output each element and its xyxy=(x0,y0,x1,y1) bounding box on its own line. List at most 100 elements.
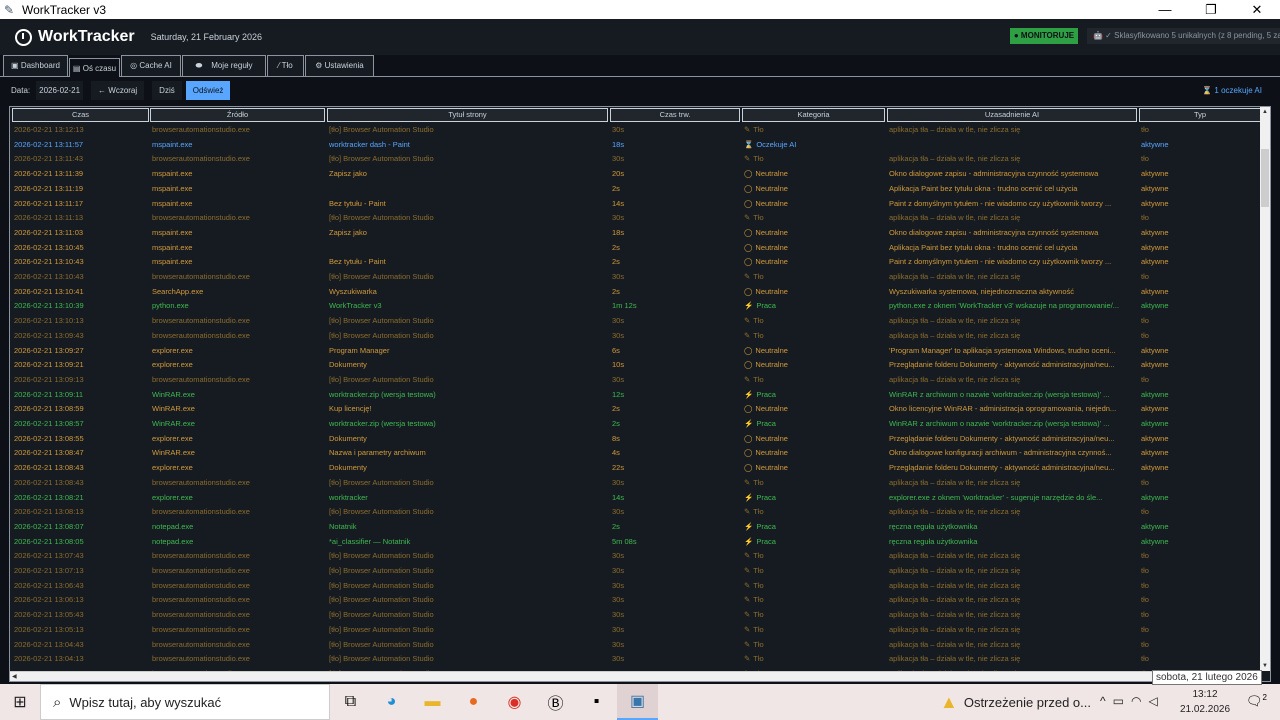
cell-ai-reason: Paint z domyślnym tytułem - nie wiadomo … xyxy=(889,198,1112,208)
column-header-type[interactable]: Typ xyxy=(1139,108,1261,122)
scroll-thumb[interactable] xyxy=(1261,149,1269,207)
table-row[interactable]: 2026-02-21 13:11:03 mspaint.exe Zapisz jak… xyxy=(10,226,1260,241)
table-row[interactable]: 2026-02-21 13:10:43 mspaint.exe Bez tytułu… xyxy=(10,255,1260,270)
category-label: Praca xyxy=(756,521,776,531)
column-header-ai-reason[interactable]: Uzasadnienie AI xyxy=(887,108,1137,122)
scroll-down-icon[interactable]: ▼ xyxy=(1262,663,1268,669)
task-view-icon[interactable]: ⧉ xyxy=(330,684,371,720)
cell-duration: 30s xyxy=(612,213,625,223)
windows-start-icon[interactable]: ⊞ xyxy=(0,692,40,712)
table-row[interactable]: 2026-02-21 13:10:13 browserautomationstud… xyxy=(10,314,1260,329)
monitoring-badge[interactable]: ● MONITORUJE xyxy=(1010,28,1078,44)
terminal-icon[interactable]: ▪ xyxy=(576,684,617,720)
table-row[interactable]: 2026-02-21 13:10:43 browserautomationstud… xyxy=(10,270,1260,285)
column-header-source[interactable]: Źródło xyxy=(150,108,325,122)
python-app-icon[interactable]: ▣ xyxy=(617,684,658,720)
table-row[interactable]: 2026-02-21 13:07:43 browserautomationstud… xyxy=(10,549,1260,564)
table-row[interactable]: 2026-02-21 13:11:57 mspaint.exe worktracke… xyxy=(10,138,1260,153)
notifications-icon[interactable]: 🗨2 xyxy=(1246,693,1267,709)
circle-icon: ◯ xyxy=(744,448,753,458)
table-row[interactable]: 2026-02-21 13:08:59 WinRAR.exe Kup licencj… xyxy=(10,402,1260,417)
prev-day-button[interactable]: ← Wczoraj xyxy=(91,80,145,100)
refresh-button[interactable]: Odśwież xyxy=(185,80,231,100)
table-row[interactable]: 2026-02-21 13:05:43 browserautomationstud… xyxy=(10,608,1260,623)
close-button[interactable]: ✕ xyxy=(1234,0,1280,19)
table-row[interactable]: 2026-02-21 13:09:21 explorer.exe Dokumenty… xyxy=(10,358,1260,373)
table-row[interactable]: 2026-02-21 13:04:43 browserautomationstud… xyxy=(10,638,1260,653)
cell-title: [tło] Browser Automation Studio xyxy=(329,316,434,326)
table-row[interactable]: 2026-02-21 13:11:43 browserautomationstud… xyxy=(10,152,1260,167)
table-row[interactable]: 2026-02-21 13:04:13 browserautomationstud… xyxy=(10,652,1260,667)
table-row[interactable]: 2026-02-21 13:08:13 browserautomationstud… xyxy=(10,505,1260,520)
table-row[interactable]: 2026-02-21 13:08:07 notepad.exe Notatnik 2s… xyxy=(10,520,1260,535)
table-row[interactable]: 2026-02-21 13:05:13 browserautomationstud… xyxy=(10,623,1260,638)
minimize-button[interactable]: — xyxy=(1142,0,1188,19)
table-row[interactable]: 2026-02-21 13:09:43 browserautomationstud… xyxy=(10,329,1260,344)
cell-duration: 6s xyxy=(612,345,620,355)
weather-warning[interactable]: ▲ Ostrzeżenie przed o... xyxy=(940,684,1091,720)
table-row[interactable]: 2026-02-21 13:09:27 explorer.exe Program M… xyxy=(10,344,1260,359)
today-button[interactable]: Dziś xyxy=(152,80,182,100)
table-row[interactable]: 2026-02-21 13:08:57 WinRAR.exe worktracker… xyxy=(10,417,1260,432)
table-row[interactable]: 2026-02-21 13:08:21 explorer.exe worktrack… xyxy=(10,491,1260,506)
cell-time: 2026-02-21 13:06:43 xyxy=(14,580,84,590)
chrome-icon[interactable]: ◉ xyxy=(494,684,535,720)
column-header-title[interactable]: Tytuł strony xyxy=(327,108,608,122)
table-row[interactable]: 2026-02-21 13:10:41 SearchApp.exe Wyszukiw… xyxy=(10,285,1260,300)
tab-background[interactable]: ⁄ Tło xyxy=(267,55,304,76)
cell-duration: 30s xyxy=(612,595,625,605)
table-row[interactable]: 2026-02-21 13:08:05 notepad.exe *ai_classi… xyxy=(10,535,1260,550)
tab-settings[interactable]: ⚙ Ustawienia xyxy=(305,55,374,76)
scroll-up-icon[interactable]: ▲ xyxy=(1262,109,1268,115)
table-row[interactable]: 2026-02-21 13:09:13 browserautomationstud… xyxy=(10,373,1260,388)
cell-category: ✎Tło xyxy=(744,623,883,638)
table-row[interactable]: 2026-02-21 13:07:13 browserautomationstud… xyxy=(10,564,1260,579)
cell-source: explorer.exe xyxy=(152,360,193,370)
table-row[interactable]: 2026-02-21 13:10:45 mspaint.exe 2s ◯ Neutral… xyxy=(10,241,1260,256)
table-row[interactable]: 2026-02-21 13:11:17 mspaint.exe Bez tytułu… xyxy=(10,197,1260,212)
maximize-button[interactable]: ❐ xyxy=(1188,0,1234,19)
table-row[interactable]: 2026-02-21 13:06:13 browserautomationstud… xyxy=(10,593,1260,608)
cell-category: ✎Tło xyxy=(744,652,883,667)
table-row[interactable]: 2026-02-21 13:11:39 mspaint.exe Zapisz jak… xyxy=(10,167,1260,182)
cell-type: aktywne xyxy=(1141,345,1169,355)
tab-dashboard[interactable]: ▣ Dashboard xyxy=(3,55,68,76)
brush-icon: ✎ xyxy=(744,610,751,620)
table-row[interactable]: 2026-02-21 13:12:13 browserautomationstud… xyxy=(10,123,1260,138)
tab-cache-ai[interactable]: ◎ Cache AI xyxy=(121,55,181,76)
file-explorer-icon[interactable]: ▬ xyxy=(412,684,453,720)
cell-time: 2026-02-21 13:08:07 xyxy=(14,521,84,531)
table-row[interactable]: 2026-02-21 13:08:43 explorer.exe Dokumenty… xyxy=(10,461,1260,476)
browser-automation-icon[interactable]: Ⓑ xyxy=(535,684,576,720)
cell-duration: 2s xyxy=(612,419,620,428)
column-header-duration[interactable]: Czas trw. xyxy=(610,108,740,122)
edge-icon[interactable]: ◕ xyxy=(371,684,412,720)
table-row[interactable]: 2026-02-21 13:09:11 WinRAR.exe worktracker… xyxy=(10,388,1260,403)
firefox-icon[interactable]: ● xyxy=(453,684,494,720)
table-row[interactable]: 2026-02-21 13:10:39 python.exe WorkTracker… xyxy=(10,299,1260,314)
cell-duration: 30s xyxy=(612,477,625,487)
table-row[interactable]: 2026-02-21 13:08:55 explorer.exe Dokumenty… xyxy=(10,432,1260,447)
column-header-time[interactable]: Czas xyxy=(12,108,149,122)
horizontal-scrollbar[interactable]: ◀ xyxy=(10,671,1260,681)
scroll-left-icon[interactable]: ◀ xyxy=(12,673,17,680)
tab-rules[interactable]: ⬬ Moje reguły xyxy=(182,55,266,76)
cell-category: ✎Tło xyxy=(744,373,883,388)
table-row[interactable]: 2026-02-21 13:08:43 browserautomationstud… xyxy=(10,476,1260,491)
tab-timeline[interactable]: ▤ Oś czasu xyxy=(69,58,120,77)
cell-ai-reason: Aplikacja Paint bez tytułu okna - trudno… xyxy=(889,242,1078,252)
date-input[interactable]: 2026-02-21 xyxy=(36,80,84,100)
vertical-scrollbar[interactable]: ▲ ▼ xyxy=(1260,107,1270,671)
category-label: Praca xyxy=(756,536,776,546)
taskbar-search[interactable]: ⌕ Wpisz tutaj, aby wyszukać xyxy=(40,684,330,720)
table-row[interactable]: 2026-02-21 13:11:13 browserautomationstud… xyxy=(10,211,1260,226)
table-row[interactable]: 2026-02-21 13:08:47 WinRAR.exe Nazwa i par… xyxy=(10,446,1260,461)
cell-duration: 30s xyxy=(612,610,625,620)
dashboard-icon: ▣ xyxy=(11,61,19,70)
brush-icon: ✎ xyxy=(744,154,751,164)
table-row[interactable]: 2026-02-21 13:11:19 mspaint.exe 2s ◯ Neutral… xyxy=(10,182,1260,197)
taskbar-clock[interactable]: 13:12 21.02.2026 xyxy=(1175,687,1235,717)
system-tray-icons[interactable]: ^▭◠◁ xyxy=(1100,694,1165,708)
column-header-category[interactable]: Kategoria xyxy=(742,108,885,122)
table-row[interactable]: 2026-02-21 13:06:43 browserautomationstud… xyxy=(10,579,1260,594)
